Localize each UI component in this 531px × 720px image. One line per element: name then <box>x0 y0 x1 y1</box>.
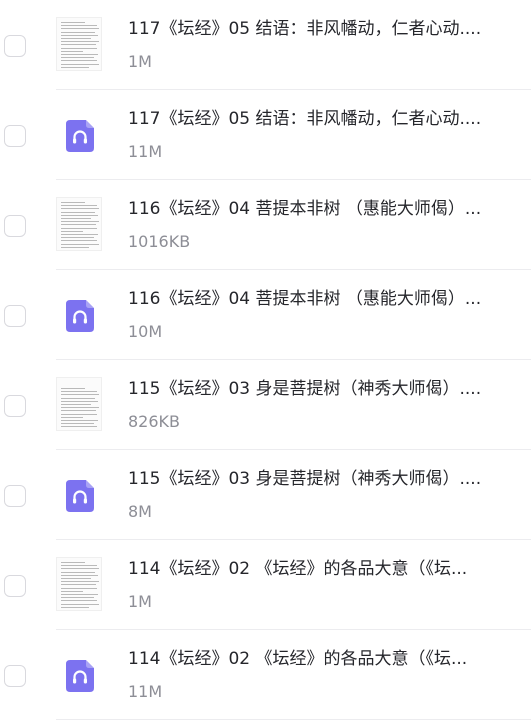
document-text-line <box>61 41 99 43</box>
document-text-line <box>61 388 85 389</box>
document-text-line <box>61 423 94 425</box>
document-text-line <box>61 404 91 405</box>
document-text-line <box>61 66 89 68</box>
document-text-line <box>61 397 95 399</box>
file-row[interactable]: 117《坛经》05 结语：非风幡动，仁者心动.... 1M <box>0 0 531 90</box>
file-row[interactable]: 117《坛经》05 结语：非风幡动，仁者心动.... 11M <box>0 90 531 180</box>
document-thumbnail-icon <box>56 377 102 431</box>
document-text-line <box>61 568 99 570</box>
file-size: 11M <box>128 682 163 701</box>
document-text-line <box>61 34 98 36</box>
document-thumbnail-icon <box>56 557 102 611</box>
document-text-line <box>61 234 98 235</box>
document-thumbnail-icon <box>56 17 102 71</box>
file-row[interactable]: 115《坛经》03 身是菩提树（神秀大师偈）.... 826KB <box>0 360 531 450</box>
document-text-line <box>61 28 99 30</box>
document-text-line <box>61 594 98 595</box>
select-checkbox[interactable] <box>4 485 26 507</box>
document-text-line <box>61 574 98 576</box>
document-text-line <box>61 208 99 210</box>
document-text-line <box>61 420 98 421</box>
document-text-line <box>61 416 83 418</box>
document-text-line <box>61 57 94 59</box>
document-text-line <box>61 603 99 605</box>
document-text-line <box>61 606 89 608</box>
select-checkbox[interactable] <box>4 665 26 687</box>
document-text-line <box>61 63 99 65</box>
file-title[interactable]: 114《坛经》02 《坛经》的各品大意（《坛... <box>128 648 498 670</box>
document-text-line <box>61 426 97 428</box>
document-text-line <box>61 237 94 239</box>
file-size: 826KB <box>128 412 181 431</box>
document-text-line <box>61 221 99 223</box>
document-text-line <box>61 243 99 245</box>
document-text-line <box>61 597 94 599</box>
headphones-icon <box>66 480 94 512</box>
document-text-line <box>61 218 91 219</box>
document-text-line <box>61 47 97 49</box>
document-text-line <box>61 54 98 55</box>
file-size: 1M <box>128 592 152 611</box>
select-checkbox[interactable] <box>4 215 26 237</box>
document-text-line <box>61 590 83 592</box>
file-title[interactable]: 117《坛经》05 结语：非风幡动，仁者心动.... <box>128 108 498 130</box>
document-text-line <box>61 600 97 602</box>
document-text-line <box>61 394 99 396</box>
document-text-line <box>61 214 98 216</box>
document-text-line <box>61 565 97 567</box>
select-checkbox[interactable] <box>4 125 26 147</box>
file-title[interactable]: 116《坛经》04 菩提本非树 （惠能大师偈）... <box>128 198 498 220</box>
document-text-line <box>61 230 83 232</box>
file-title[interactable]: 114《坛经》02 《坛经》的各品大意（《坛... <box>128 558 498 580</box>
document-text-line <box>61 400 98 402</box>
document-text-line <box>61 407 99 409</box>
file-size: 11M <box>128 142 163 161</box>
document-text-line <box>61 202 85 203</box>
document-text-line <box>61 22 85 23</box>
file-title[interactable]: 117《坛经》05 结语：非风幡动，仁者心动.... <box>128 18 498 40</box>
file-row[interactable]: 115《坛经》03 身是菩提树（神秀大师偈）.... 8M <box>0 450 531 540</box>
headphones-icon <box>66 120 94 152</box>
file-row[interactable]: 116《坛经》04 菩提本非树 （惠能大师偈）... 1016KB <box>0 180 531 270</box>
document-text-line <box>61 413 97 415</box>
document-text-line <box>61 205 97 207</box>
headphones-icon <box>66 300 94 332</box>
document-text-line <box>61 38 91 39</box>
file-title[interactable]: 115《坛经》03 身是菩提树（神秀大师偈）.... <box>128 468 498 490</box>
headphones-icon <box>66 660 94 692</box>
document-text-line <box>61 391 97 393</box>
document-text-line <box>61 562 85 563</box>
file-size: 1M <box>128 52 152 71</box>
document-text-line <box>61 224 96 226</box>
document-text-line <box>61 578 91 579</box>
document-text-line <box>61 571 95 573</box>
document-text-line <box>61 240 97 242</box>
document-text-line <box>61 50 83 52</box>
file-size: 10M <box>128 322 163 341</box>
file-row[interactable]: 114《坛经》02 《坛经》的各品大意（《坛... 11M <box>0 630 531 720</box>
file-title[interactable]: 115《坛经》03 身是菩提树（神秀大师偈）.... <box>128 378 498 400</box>
document-text-line <box>61 410 96 412</box>
document-text-line <box>61 44 96 46</box>
file-list: 117《坛经》05 结语：非风幡动，仁者心动.... 1M 117《坛经》05 结语… <box>0 0 531 720</box>
document-text-line <box>61 246 89 248</box>
document-text-line <box>61 31 95 33</box>
select-checkbox[interactable] <box>4 305 26 327</box>
select-checkbox[interactable] <box>4 35 26 57</box>
file-title[interactable]: 116《坛经》04 菩提本非树 （惠能大师偈）... <box>128 288 498 310</box>
file-size: 8M <box>128 502 152 521</box>
document-text-line <box>61 227 97 229</box>
document-text-line <box>61 25 97 27</box>
document-thumbnail-icon <box>56 197 102 251</box>
select-checkbox[interactable] <box>4 575 26 597</box>
document-text-line <box>61 587 97 589</box>
document-text-line <box>61 211 95 213</box>
document-text-line <box>61 581 99 583</box>
file-row[interactable]: 114《坛经》02 《坛经》的各品大意（《坛... 1M <box>0 540 531 630</box>
file-size: 1016KB <box>128 232 191 251</box>
file-row[interactable]: 116《坛经》04 菩提本非树 （惠能大师偈）... 10M <box>0 270 531 360</box>
select-checkbox[interactable] <box>4 395 26 417</box>
document-text-line <box>61 584 96 586</box>
document-text-line <box>61 60 97 62</box>
